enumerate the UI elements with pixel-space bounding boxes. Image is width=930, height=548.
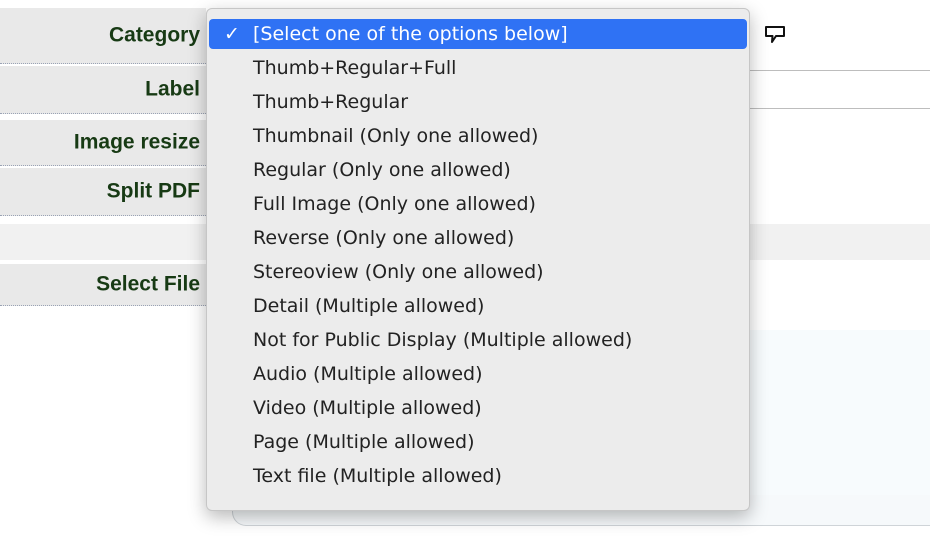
dropdown-option[interactable]: Thumbnail (Only one allowed) [207,121,749,155]
dropdown-option-label: Text file (Multiple allowed) [253,465,502,487]
split-pdf-label-cell: Split PDF [0,168,206,216]
dropdown-option-label: Full Image (Only one allowed) [253,193,536,215]
checkmark-icon: ✓ [224,23,240,45]
image-resize-label-cell: Image resize [0,120,206,166]
speech-bubble-icon[interactable] [764,25,786,45]
dropdown-option-selected[interactable]: ✓ [Select one of the options below] [209,19,747,49]
dropdown-option[interactable]: Detail (Multiple allowed) [207,291,749,325]
select-file-label: Select File [96,272,200,296]
dropdown-option-label: Thumb+Regular+Full [253,57,457,79]
dropdown-option[interactable]: Not for Public Display (Multiple allowed… [207,325,749,359]
dropdown-option-label: Thumb+Regular [253,91,409,113]
dropdown-option[interactable]: Stereoview (Only one allowed) [207,257,749,291]
dropdown-option-label: Regular (Only one allowed) [253,159,511,181]
label-input-underline [750,70,930,71]
dropdown-option[interactable]: Thumb+Regular+Full [207,53,749,87]
image-resize-label: Image resize [73,130,200,154]
dropdown-option[interactable]: Reverse (Only one allowed) [207,223,749,257]
category-label: Category [108,23,200,47]
category-dropdown-menu[interactable]: ✓ [Select one of the options below] Thumb+… [206,8,750,511]
dropdown-option-label: Thumbnail (Only one allowed) [253,125,539,147]
split-pdf-label: Split PDF [106,179,200,203]
dropdown-option[interactable]: Video (Multiple allowed) [207,393,749,427]
label-label-cell: Label [0,66,206,114]
dropdown-option[interactable]: Thumb+Regular [207,87,749,121]
dropdown-option-label: Stereoview (Only one allowed) [253,261,544,283]
dropdown-option[interactable]: Text file (Multiple allowed) [207,461,749,495]
dropdown-option[interactable]: Full Image (Only one allowed) [207,189,749,223]
dropdown-option-label: Detail (Multiple allowed) [253,295,485,317]
label-input-underline-2 [750,108,930,109]
select-file-label-cell: Select File [0,264,206,306]
category-label-cell: Category [0,8,206,64]
dropdown-option[interactable]: Regular (Only one allowed) [207,155,749,189]
dropdown-option-label: Reverse (Only one allowed) [253,227,515,249]
label-label: Label [145,77,200,101]
dropdown-option-label: Page (Multiple allowed) [253,431,475,453]
dropdown-option[interactable]: Audio (Multiple allowed) [207,359,749,393]
dropdown-option[interactable]: Page (Multiple allowed) [207,427,749,461]
dropdown-option-label: Video (Multiple allowed) [253,397,482,419]
dropdown-option-label: Not for Public Display (Multiple allowed… [253,329,633,351]
dropdown-option-label: [Select one of the options below] [253,23,568,45]
dropdown-option-label: Audio (Multiple allowed) [253,363,483,385]
